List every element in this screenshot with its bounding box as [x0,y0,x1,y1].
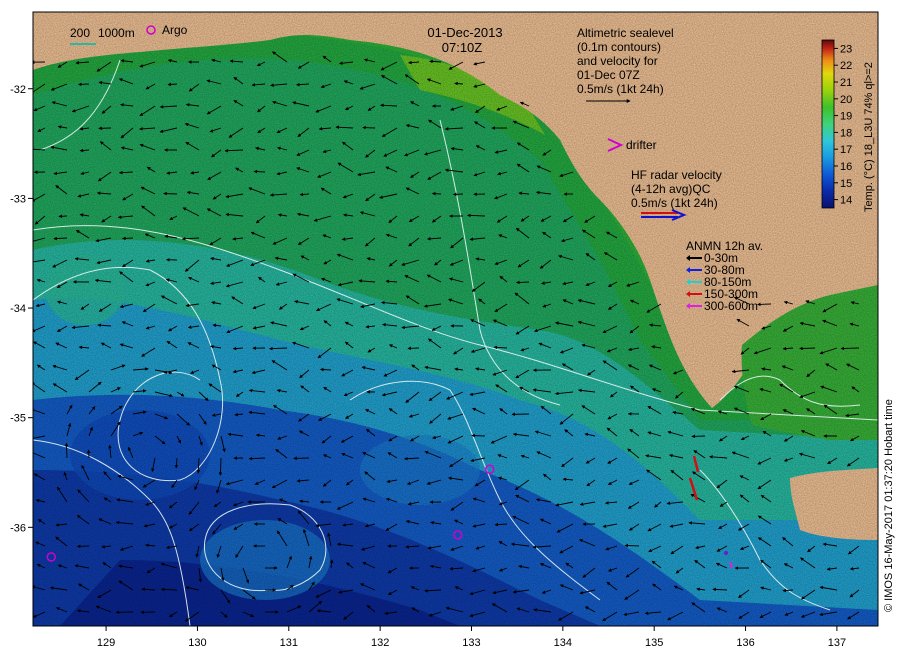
colorbar-tick-label: 19 [840,111,852,123]
colorbar-tick-label: 23 [840,43,852,55]
altimetry-line-5: 0.5m/s (1kt 24h) [577,82,664,96]
x-tick-label: 133 [462,637,480,649]
velocity-arrow [471,433,486,438]
x-tick-label: 129 [97,637,115,649]
velocity-arrow [218,457,223,476]
velocity-arrow [163,191,178,196]
altimetry-line-3: and velocity for [577,54,658,68]
velocity-arrow [64,442,69,459]
anmn-legend-label: 300-600m [704,299,758,313]
velocity-arrow [799,346,816,351]
velocity-arrow [757,302,772,307]
drifter-label: drifter [626,138,657,152]
velocity-arrow [516,280,530,285]
colorbar-tick-label: 14 [840,195,852,207]
colorbar-tick-label: 22 [840,60,852,72]
velocity-arrow [253,169,266,174]
colorbar-tick-label: 20 [840,94,852,106]
argo-legend-label: Argo [162,23,188,37]
colorbar-tick-label: 16 [840,161,852,173]
velocity-arrow [840,346,860,351]
hf-line-1: HF radar velocity [631,168,722,182]
scale-label-200: 200 [70,26,90,40]
x-tick-label: 137 [828,637,846,649]
velocity-arrow [167,82,178,87]
colorbar-tick-label: 15 [840,178,852,190]
sst-current-map: 129 130 131 132 133 134 135 136 137 -32 -33 -34 -35… [10,11,895,649]
map-date: 01-Dec-2013 [427,25,502,40]
x-axis: 129 130 131 132 133 134 135 136 137 [97,626,846,649]
y-tick-label: -35 [10,413,26,425]
y-tick-label: -36 [10,522,26,534]
x-tick-label: 131 [280,637,298,649]
velocity-arrow [121,236,134,241]
colorbar-title: Temp. (°C) 18_L3U 74% ql>=2 [863,62,875,212]
velocity-arrow [782,588,794,593]
colorbar-tick-label: 17 [840,144,852,156]
x-tick-label: 130 [188,637,206,649]
altimetry-line-1: Altimetric sealevel [577,26,674,40]
credit-text: © IMOS 16-May-2017 01:37:20 Hobart time [883,399,895,612]
hf-line-2: (4-12h avg)QC [631,182,711,196]
x-tick-label: 136 [736,637,754,649]
colorbar-tick-label: 21 [840,77,852,89]
colorbar-ramp [821,39,835,209]
sst-field [33,12,878,626]
altimetry-line-2: (0.1m contours) [577,40,661,54]
y-tick-label: -32 [10,84,26,96]
map-time: 07:10Z [442,40,483,55]
x-tick-label: 135 [645,637,663,649]
velocity-arrow [319,367,332,372]
y-axis: -32 -33 -34 -35 -36 [10,84,33,534]
y-tick-label: -33 [10,193,26,205]
scale-label-1000: 1000m [98,26,135,40]
velocity-arrow [454,81,464,86]
x-tick-label: 132 [371,637,389,649]
altimetry-line-4: 01-Dec 07Z [577,68,640,82]
velocity-arrow [624,543,640,548]
y-tick-label: -34 [10,303,26,315]
x-tick-label: 134 [554,637,572,649]
colorbar-tick-label: 18 [840,127,852,139]
hf-line-3: 0.5m/s (1kt 24h) [631,196,718,210]
